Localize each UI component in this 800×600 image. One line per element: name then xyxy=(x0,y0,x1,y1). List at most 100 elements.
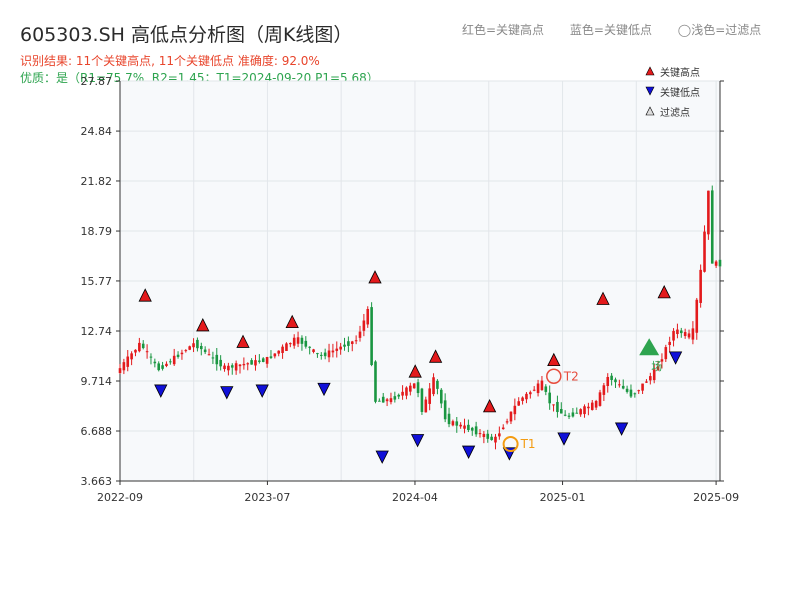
candle-body xyxy=(544,386,548,392)
candle-body xyxy=(676,329,679,335)
candle-body xyxy=(621,385,625,389)
candle-body xyxy=(668,341,671,346)
candle-body xyxy=(521,397,524,401)
candle-body xyxy=(567,415,571,417)
candle-body xyxy=(354,340,358,342)
candle-body xyxy=(196,339,199,349)
candle-body xyxy=(695,299,699,333)
candle-body xyxy=(637,390,641,392)
candle-body xyxy=(645,381,648,383)
candle-body xyxy=(703,231,706,272)
candle-body xyxy=(583,406,586,415)
candle-body xyxy=(261,358,265,362)
candle-body xyxy=(606,376,610,386)
candle-body xyxy=(378,400,381,402)
candle-body xyxy=(501,427,505,430)
candle-body xyxy=(587,406,590,409)
candle-body xyxy=(432,377,435,395)
candle-body xyxy=(358,331,362,338)
candle-body xyxy=(316,353,319,355)
candle-body xyxy=(327,350,331,358)
y-tick-label: 3.663 xyxy=(81,475,113,488)
candle-body xyxy=(362,320,366,331)
candle-body xyxy=(664,347,668,360)
y-tick-label: 24.84 xyxy=(81,125,113,138)
candle-body xyxy=(467,424,470,430)
candle-body xyxy=(463,425,466,429)
candle-body xyxy=(153,361,157,364)
candle-body xyxy=(366,308,370,325)
candle-body xyxy=(289,343,292,345)
candle-body xyxy=(552,404,555,406)
candle-body xyxy=(230,365,234,368)
candle-body xyxy=(490,436,493,441)
candle-body xyxy=(691,328,695,340)
candle-body xyxy=(258,360,261,362)
legend-filtered-label: 过滤点 xyxy=(660,106,690,119)
candle-body xyxy=(459,424,462,427)
candle-body xyxy=(424,399,428,413)
y-tick-label: 12.74 xyxy=(81,325,113,338)
candle-body xyxy=(265,357,269,364)
candle-body xyxy=(486,433,490,439)
candle-body xyxy=(374,361,377,402)
candle-body xyxy=(312,349,315,352)
candle-body xyxy=(478,433,482,435)
candle-body xyxy=(300,337,304,344)
candle-body xyxy=(590,402,594,410)
candle-body xyxy=(505,421,509,423)
candle-body xyxy=(525,393,528,400)
candle-body xyxy=(556,401,559,413)
t1-label: T1 xyxy=(520,437,536,451)
candle-body xyxy=(679,330,683,334)
candle-body xyxy=(118,368,122,374)
candle-body xyxy=(393,396,397,400)
candle-body xyxy=(370,307,373,366)
candle-body xyxy=(130,353,133,360)
candle-body xyxy=(498,433,501,437)
candle-body xyxy=(614,379,617,383)
candle-body xyxy=(223,365,226,370)
candle-body xyxy=(517,401,521,406)
candle-body xyxy=(618,384,621,386)
candle-body xyxy=(672,330,675,341)
candle-body xyxy=(536,383,540,394)
candle-body xyxy=(594,400,598,408)
candle-body xyxy=(579,409,582,415)
x-tick-label: 2022-09 xyxy=(97,491,143,504)
candle-body xyxy=(470,427,474,431)
candle-body xyxy=(710,190,714,264)
candle-body xyxy=(242,363,246,366)
candle-body xyxy=(625,388,629,392)
candle-body xyxy=(184,350,188,352)
candle-body xyxy=(180,352,184,355)
y-tick-label: 27.87 xyxy=(81,75,113,88)
candle-body xyxy=(699,269,702,303)
candle-body xyxy=(192,343,195,348)
candle-body xyxy=(447,413,451,425)
candle-body xyxy=(389,398,393,403)
candle-body xyxy=(455,421,459,426)
candle-body xyxy=(347,341,350,346)
legend-low-label: 关键低点 xyxy=(660,86,700,99)
y-tick-label: 6.688 xyxy=(81,425,113,438)
candle-body xyxy=(145,351,149,353)
candle-body xyxy=(343,344,346,347)
candle-body xyxy=(319,354,323,356)
candle-body xyxy=(172,355,176,365)
candle-body xyxy=(304,340,308,347)
green-signal-label: 场 xyxy=(651,359,662,373)
candle-body xyxy=(494,436,497,443)
candle-body xyxy=(474,426,478,435)
y-tick-label: 18.79 xyxy=(81,225,113,238)
candle-body xyxy=(509,411,513,422)
y-tick-label: 9.714 xyxy=(81,375,113,388)
candle-body xyxy=(215,354,219,365)
candle-body xyxy=(165,363,168,367)
candle-body xyxy=(199,345,203,350)
candle-body xyxy=(250,360,253,365)
candle-body xyxy=(559,409,563,414)
candle-body xyxy=(451,421,455,426)
candle-body xyxy=(234,363,238,371)
candle-body xyxy=(482,433,486,438)
